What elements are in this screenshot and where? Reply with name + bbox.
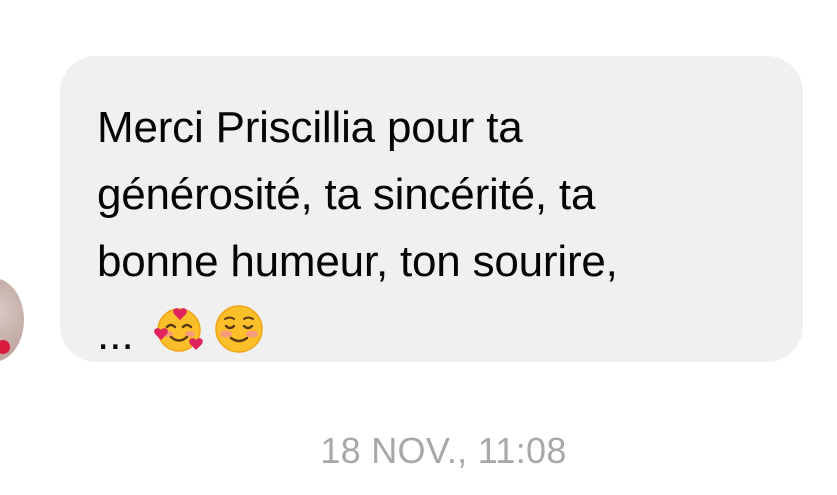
message-ellipsis: ... xyxy=(97,309,134,359)
message-line: Merci Priscillia pour ta xyxy=(97,103,523,152)
smiling-face-icon xyxy=(214,304,263,353)
message-bubble[interactable]: Merci Priscillia pour ta générosité, ta … xyxy=(60,56,803,362)
message-line: générosité, ta sincérité, ta xyxy=(97,170,596,219)
message-timestamp: 18 NOV., 11:08 xyxy=(320,430,567,471)
message-last-line: ... xyxy=(97,295,767,362)
avatar[interactable] xyxy=(0,278,24,362)
previous-message-fragment xyxy=(448,0,468,6)
chat-view: Merci Priscillia pour ta générosité, ta … xyxy=(0,0,837,495)
avatar-detail xyxy=(0,340,10,354)
message-line: bonne humeur, ton sourire, xyxy=(97,237,618,286)
smiling-face-with-hearts-icon xyxy=(153,307,203,352)
